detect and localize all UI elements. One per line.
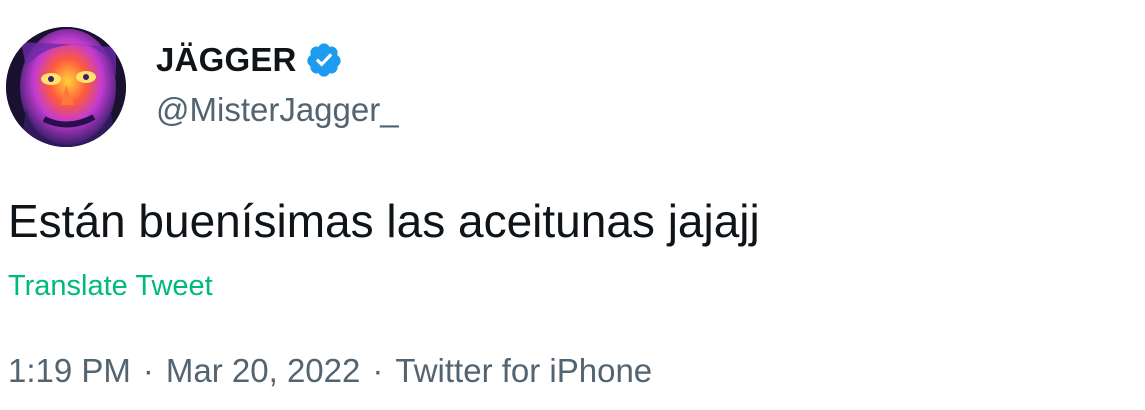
tweet-card: JÄGGER @MisterJagger_ Están buenísimas l… [0, 0, 1145, 410]
tweet-source[interactable]: Twitter for iPhone [395, 352, 652, 390]
verified-badge-icon [305, 41, 343, 79]
author-handle[interactable]: @MisterJagger_ [156, 91, 399, 129]
tweet-text: Están buenísimas las aceitunas jajajj [8, 195, 760, 247]
meta-separator: · [372, 352, 384, 389]
tweet-meta: 1:19 PM · Mar 20, 2022 · Twitter for iPh… [8, 352, 652, 390]
tweet-time[interactable]: 1:19 PM [8, 352, 131, 390]
author-name-row: JÄGGER [156, 40, 343, 80]
avatar-image [6, 27, 126, 147]
meta-separator: · [142, 352, 154, 389]
avatar[interactable] [6, 27, 126, 147]
tweet-date[interactable]: Mar 20, 2022 [166, 352, 360, 390]
translate-tweet-link[interactable]: Translate Tweet [8, 270, 213, 303]
display-name[interactable]: JÄGGER [156, 41, 297, 79]
